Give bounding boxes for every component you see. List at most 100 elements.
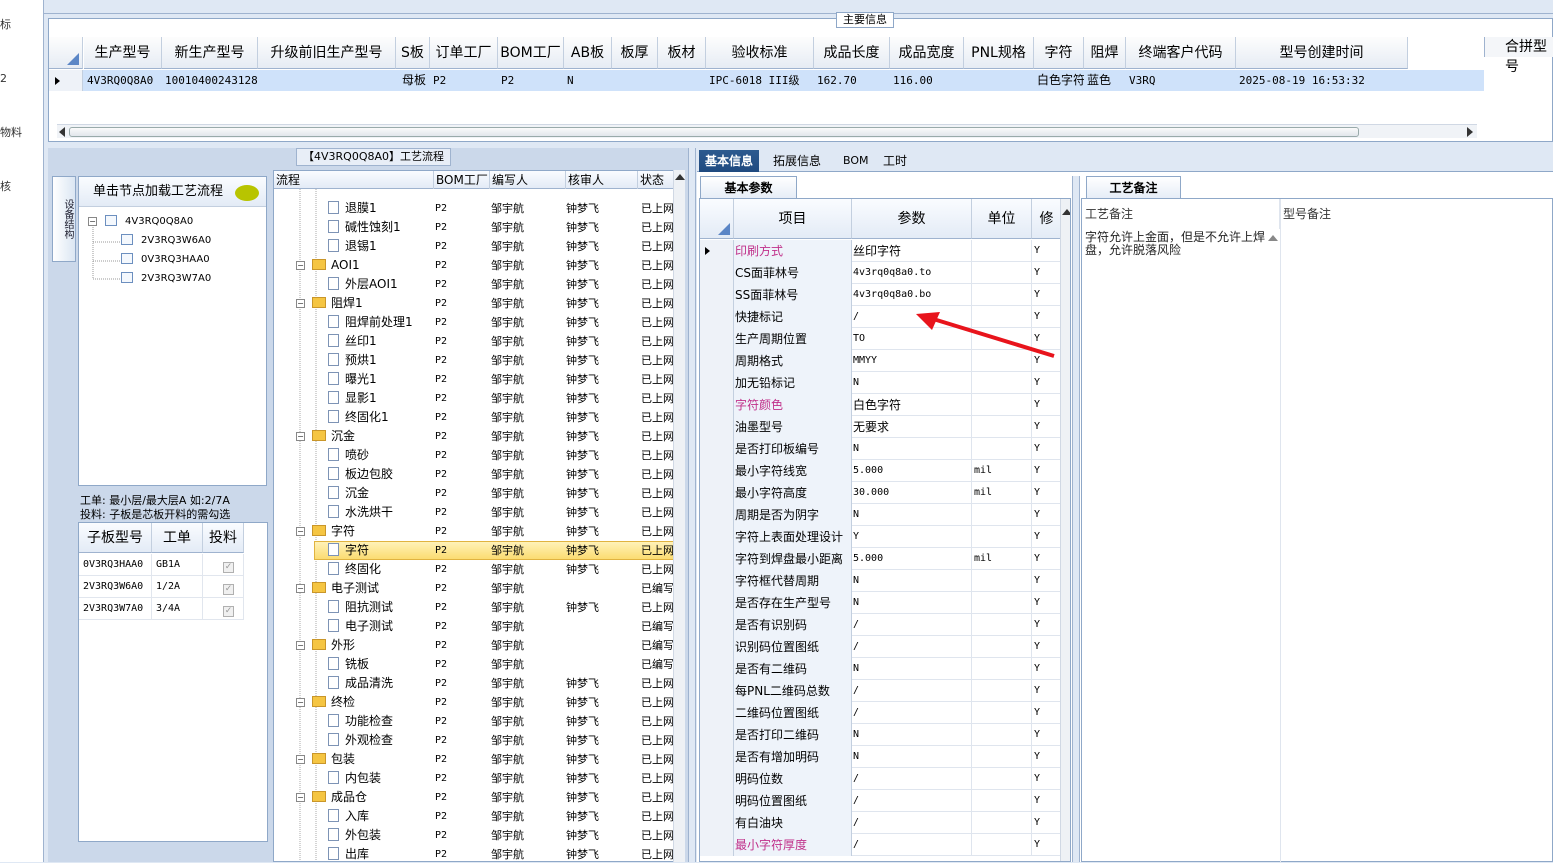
param-modify[interactable]: Y: [1032, 240, 1062, 262]
subboard-order[interactable]: 1/2A: [152, 576, 203, 598]
param-value[interactable]: /: [852, 636, 972, 658]
left-nav-item-3[interactable]: 物料: [0, 124, 22, 140]
main-col-header[interactable]: 新生产型号: [162, 37, 258, 69]
flow-row[interactable]: 功能检查 P2 邹宇航 钟梦飞 已上网: [274, 712, 674, 731]
main-col-header[interactable]: 板材: [658, 37, 706, 69]
tab-extended-info[interactable]: 拓展信息: [767, 150, 827, 172]
flow-row[interactable]: 丝印1 P2 邹宇航 钟梦飞 已上网: [274, 332, 674, 351]
main-cell[interactable]: 2025-08-19 16:53:32: [1236, 70, 1408, 91]
flow-vertical-scrollbar[interactable]: [673, 170, 685, 862]
flow-row[interactable]: 退锡1 P2 邹宇航 钟梦飞 已上网: [274, 237, 674, 256]
flow-row[interactable]: 显影1 P2 邹宇航 钟梦飞 已上网: [274, 389, 674, 408]
collapse-icon[interactable]: −: [296, 527, 305, 536]
param-modify[interactable]: Y: [1032, 768, 1062, 790]
main-col-header[interactable]: 升级前旧生产型号: [258, 37, 396, 69]
flow-row[interactable]: 外观检查 P2 邹宇航 钟梦飞 已上网: [274, 731, 674, 750]
flow-row[interactable]: 外包装 P2 邹宇航 钟梦飞 已上网: [274, 826, 674, 845]
param-modify[interactable]: Y: [1032, 284, 1062, 306]
scroll-up-icon[interactable]: [1268, 235, 1278, 243]
comment-icon[interactable]: [235, 185, 259, 201]
collapse-icon[interactable]: −: [296, 641, 305, 650]
main-cell[interactable]: 4V3RQ0Q8A0: [84, 70, 162, 91]
param-row[interactable]: 是否打印二维码 N Y: [700, 724, 1062, 746]
param-modify[interactable]: Y: [1032, 372, 1062, 394]
flow-row[interactable]: 喷砂 P2 邹宇航 钟梦飞 已上网: [274, 446, 674, 465]
param-modify[interactable]: Y: [1032, 680, 1062, 702]
flow-row[interactable]: 铣板 P2 邹宇航 已编写: [274, 655, 674, 674]
param-value[interactable]: 30.000: [852, 482, 972, 504]
main-col-header[interactable]: BOM工厂: [498, 37, 564, 69]
scroll-left-icon[interactable]: [59, 127, 67, 137]
main-cell[interactable]: 116.00: [890, 70, 964, 91]
param-value[interactable]: N: [852, 504, 972, 526]
main-cell[interactable]: P2: [498, 70, 564, 91]
param-row[interactable]: 是否有增加明码 N Y: [700, 746, 1062, 768]
tab-labor-hours[interactable]: 工时: [877, 150, 913, 172]
main-horizontal-scrollbar[interactable]: [57, 124, 1477, 138]
left-nav-item-4[interactable]: 核: [0, 178, 11, 194]
side-tab-structure[interactable]: 设备结构: [52, 176, 76, 262]
param-modify[interactable]: Y: [1032, 570, 1062, 592]
param-modify[interactable]: Y: [1032, 548, 1062, 570]
param-row[interactable]: SS面菲林号 4v3rq0q8a0.bo Y: [700, 284, 1062, 306]
collapse-icon[interactable]: −: [296, 793, 305, 802]
flow-row[interactable]: − 沉金 P2 邹宇航 钟梦飞 已上网: [274, 427, 674, 446]
tree-node[interactable]: 0V3RQ3HAA0: [121, 253, 210, 265]
param-modify[interactable]: Y: [1032, 526, 1062, 548]
param-modify[interactable]: Y: [1032, 746, 1062, 768]
main-col-header[interactable]: 板厚: [612, 37, 658, 69]
flow-row[interactable]: 阻抗测试 P2 邹宇航 钟梦飞 已上网: [274, 598, 674, 617]
main-col-header[interactable]: PNL规格: [964, 37, 1034, 69]
main-col-header[interactable]: 终端客户代码: [1126, 37, 1236, 69]
param-value[interactable]: 5.000: [852, 548, 972, 570]
param-modify[interactable]: Y: [1032, 460, 1062, 482]
param-row[interactable]: 是否存在生产型号 N Y: [700, 592, 1062, 614]
param-row[interactable]: 最小字符厚度 / Y: [700, 834, 1062, 856]
main-cell[interactable]: 蓝色: [1084, 70, 1126, 91]
tab-basic-info[interactable]: 基本信息: [699, 150, 760, 172]
main-cell[interactable]: [612, 70, 658, 91]
param-value[interactable]: N: [852, 570, 972, 592]
main-cell[interactable]: [658, 70, 706, 91]
left-nav-item-2[interactable]: 2: [0, 72, 7, 85]
param-modify[interactable]: Y: [1032, 394, 1062, 416]
tree-node[interactable]: 2V3RQ3W6A0: [121, 234, 211, 246]
scroll-up-icon[interactable]: [675, 174, 685, 182]
param-row[interactable]: 有白油块 / Y: [700, 812, 1062, 834]
main-cell[interactable]: V3RQ: [1126, 70, 1236, 91]
main-cell[interactable]: 162.70: [814, 70, 890, 91]
tree-node-root[interactable]: 4V3RQ0Q8A0: [105, 215, 193, 227]
param-row[interactable]: 明码位置图纸 / Y: [700, 790, 1062, 812]
param-modify[interactable]: Y: [1032, 438, 1062, 460]
main-col-header[interactable]: 字符: [1034, 37, 1084, 69]
param-row[interactable]: CS面菲林号 4v3rq0q8a0.to Y: [700, 262, 1062, 284]
param-vertical-scrollbar[interactable]: [1060, 199, 1070, 861]
param-value[interactable]: N: [852, 658, 972, 680]
flow-row[interactable]: 水洗烘干 P2 邹宇航 钟梦飞 已上网: [274, 503, 674, 522]
flow-row[interactable]: 预烘1 P2 邹宇航 钟梦飞 已上网: [274, 351, 674, 370]
param-row[interactable]: 最小字符线宽 5.000 mil Y: [700, 460, 1062, 482]
main-col-header[interactable]: 验收标准: [706, 37, 814, 69]
flow-row[interactable]: − 包装 P2 邹宇航 钟梦飞 已上网: [274, 750, 674, 769]
param-row[interactable]: 字符颜色 白色字符 Y: [700, 394, 1062, 416]
param-value[interactable]: N: [852, 438, 972, 460]
collapse-icon[interactable]: −: [296, 584, 305, 593]
param-value[interactable]: 4v3rq0q8a0.bo: [852, 284, 972, 306]
param-modify[interactable]: Y: [1032, 790, 1062, 812]
process-note-text[interactable]: 字符允许上金面，但是不允许上焊盘，允许脱落风险: [1085, 231, 1265, 257]
param-value[interactable]: /: [852, 614, 972, 636]
main-cell[interactable]: P2: [430, 70, 498, 91]
main-col-header[interactable]: 成品长度: [814, 37, 890, 69]
param-row[interactable]: 字符上表面处理设计 Y Y: [700, 526, 1062, 548]
flow-row[interactable]: 沉金 P2 邹宇航 钟梦飞 已上网: [274, 484, 674, 503]
main-col-header[interactable]: 型号创建时间: [1236, 37, 1408, 69]
flow-row[interactable]: − 成品仓 P2 邹宇航 钟梦飞 已上网: [274, 788, 674, 807]
flow-row[interactable]: 入库 P2 邹宇航 钟梦飞 已上网: [274, 807, 674, 826]
flow-row[interactable]: − 阻焊1 P2 邹宇航 钟梦飞 已上网: [274, 294, 674, 313]
param-value[interactable]: N: [852, 724, 972, 746]
scroll-right-icon[interactable]: [1467, 127, 1475, 137]
main-cell[interactable]: 母板: [396, 70, 430, 91]
collapse-icon[interactable]: −: [296, 261, 305, 270]
param-value[interactable]: 无要求: [852, 416, 972, 438]
param-modify[interactable]: Y: [1032, 724, 1062, 746]
